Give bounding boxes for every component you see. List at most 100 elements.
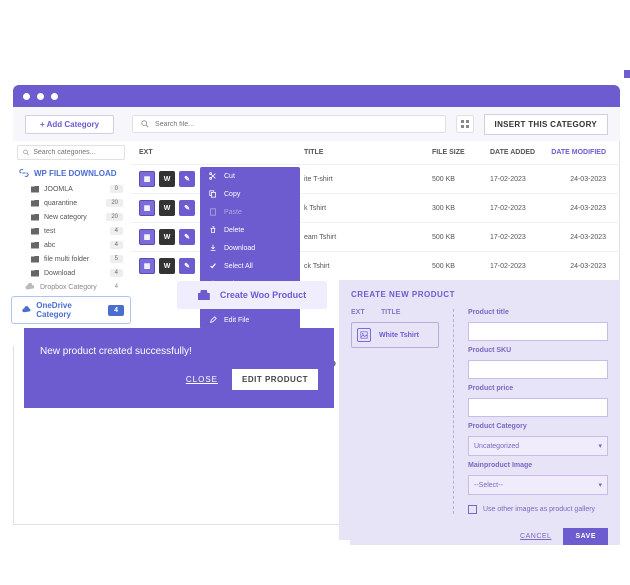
cloud-label: Dropbox Category: [40, 284, 97, 291]
category-item[interactable]: Download4: [13, 266, 129, 280]
category-item[interactable]: quarantine20: [13, 196, 129, 210]
cancel-button[interactable]: CANCEL: [520, 533, 551, 540]
cell-title: ck Tshirt: [304, 263, 432, 270]
chevron-down-icon: ▾: [598, 442, 602, 450]
onedrive-item[interactable]: OneDrive Category4: [11, 296, 131, 324]
category-item[interactable]: JOOMLA 0: [13, 182, 129, 196]
ctx-download[interactable]: Download: [200, 239, 300, 257]
window-titlebar: [13, 85, 620, 107]
checkbox-label: Use other images as product gallery: [483, 506, 595, 513]
search-file-field[interactable]: [132, 115, 446, 133]
search-categories-input[interactable]: [33, 149, 119, 156]
gallery-checkbox-row[interactable]: Use other images as product gallery: [468, 505, 608, 514]
wp-file-download-header: WP FILE DOWNLOAD: [13, 164, 129, 182]
count-badge: 5: [110, 255, 123, 263]
ctx-cut[interactable]: Cut: [200, 167, 300, 185]
bag-icon: [198, 290, 210, 300]
product-price-input[interactable]: [468, 398, 608, 417]
select-value: --Select--: [474, 482, 503, 489]
product-sku-input[interactable]: [468, 360, 608, 379]
count-badge: 20: [106, 199, 123, 207]
grid-view-button[interactable]: [456, 115, 474, 133]
ext-icon: ✎: [179, 171, 195, 187]
create-product-panel: CREATE NEW PRODUCT EXTTITLE White Tshirt…: [339, 280, 620, 540]
toast-close-button[interactable]: CLOSE: [186, 375, 218, 384]
label-title: Product title: [468, 309, 608, 316]
ext-icon: ✎: [179, 200, 195, 216]
ctx-label: Download: [224, 245, 255, 252]
cell-size: 500 KB: [432, 176, 490, 183]
ext-icon: ✎: [179, 229, 195, 245]
divider: [453, 309, 454, 514]
count-badge: 4: [110, 227, 123, 235]
grid-icon: [460, 119, 470, 129]
col-ext: EXT: [139, 149, 304, 156]
category-label: JOOMLA: [44, 186, 73, 193]
col-added: DATE ADDED: [490, 149, 548, 156]
create-woo-product-button[interactable]: Create Woo Product: [177, 281, 327, 309]
checkbox[interactable]: [468, 505, 477, 514]
traffic-light-dot[interactable]: [37, 93, 44, 100]
search-categories-field[interactable]: [17, 145, 125, 160]
folder-icon: [31, 242, 39, 249]
folder-icon: [31, 214, 39, 221]
chevron-down-icon: ▾: [598, 481, 602, 489]
category-label: abc: [44, 242, 55, 249]
link-icon: [19, 168, 29, 178]
ctx-delete[interactable]: Delete: [200, 221, 300, 239]
traffic-light-dot[interactable]: [51, 93, 58, 100]
search-file-input[interactable]: [155, 121, 437, 128]
folder-icon: [31, 200, 39, 207]
ctx-select-all[interactable]: Select All: [200, 257, 300, 275]
image-icon: [357, 328, 371, 342]
check-icon: [209, 262, 217, 270]
ctx-edit-file[interactable]: Edit File: [200, 311, 300, 329]
traffic-light-dot[interactable]: [23, 93, 30, 100]
main-image-select[interactable]: --Select-- ▾: [468, 475, 608, 495]
ctx-label: Cut: [224, 173, 235, 180]
ext-header: EXT: [351, 309, 381, 316]
label-category: Product Category: [468, 423, 608, 430]
dropbox-item[interactable]: Dropbox Category4: [13, 280, 129, 294]
title-header: TITLE: [381, 309, 400, 316]
label-price: Product price: [468, 385, 608, 392]
count-badge: 4: [110, 269, 123, 277]
label-sku: Product SKU: [468, 347, 608, 354]
category-item[interactable]: test4: [13, 224, 129, 238]
col-size: FILE SIZE: [432, 149, 490, 156]
download-icon: [209, 244, 217, 252]
table-header: EXT TITLE FILE SIZE DATE ADDED DATE MODI…: [131, 141, 620, 164]
success-toast: New product created successfully! CLOSE …: [24, 328, 334, 408]
copy-icon: [209, 190, 217, 198]
ext-icon: W: [159, 258, 175, 274]
search-icon: [23, 149, 29, 156]
create-woo-label: Create Woo Product: [220, 290, 306, 300]
ext-icon: ▦: [139, 171, 155, 187]
category-label: New category: [44, 214, 87, 221]
product-category-select[interactable]: Uncategorized▾: [468, 436, 608, 456]
save-button[interactable]: SAVE: [563, 528, 608, 545]
selected-file[interactable]: White Tshirt: [351, 322, 439, 348]
count-badge: 20: [106, 213, 123, 221]
count-badge: 0: [110, 185, 123, 193]
category-item[interactable]: file multi folder5: [13, 252, 129, 266]
cell-modified: 24-03-2023: [548, 205, 606, 212]
label-image: Mainproduct Image: [468, 462, 608, 469]
ctx-label: Select All: [224, 263, 253, 270]
col-modified: DATE MODIFIED: [548, 149, 606, 156]
edit-product-button[interactable]: EDIT PRODUCT: [232, 369, 318, 390]
cell-title: ite T-shirt: [304, 176, 432, 183]
cell-size: 300 KB: [432, 205, 490, 212]
cloud-label: OneDrive Category: [36, 301, 103, 319]
category-item[interactable]: abc 4: [13, 238, 129, 252]
ext-icon: W: [159, 171, 175, 187]
product-title-input[interactable]: [468, 322, 608, 341]
ctx-copy[interactable]: Copy: [200, 185, 300, 203]
ext-icon: ▦: [139, 200, 155, 216]
category-item[interactable]: New category 20: [13, 210, 129, 224]
paste-icon: [209, 208, 217, 216]
pencil-icon: [209, 316, 217, 324]
add-category-button[interactable]: + Add Category: [25, 115, 114, 134]
insert-category-button[interactable]: INSERT THIS CATEGORY: [484, 114, 608, 135]
count-badge: 4: [110, 241, 123, 249]
